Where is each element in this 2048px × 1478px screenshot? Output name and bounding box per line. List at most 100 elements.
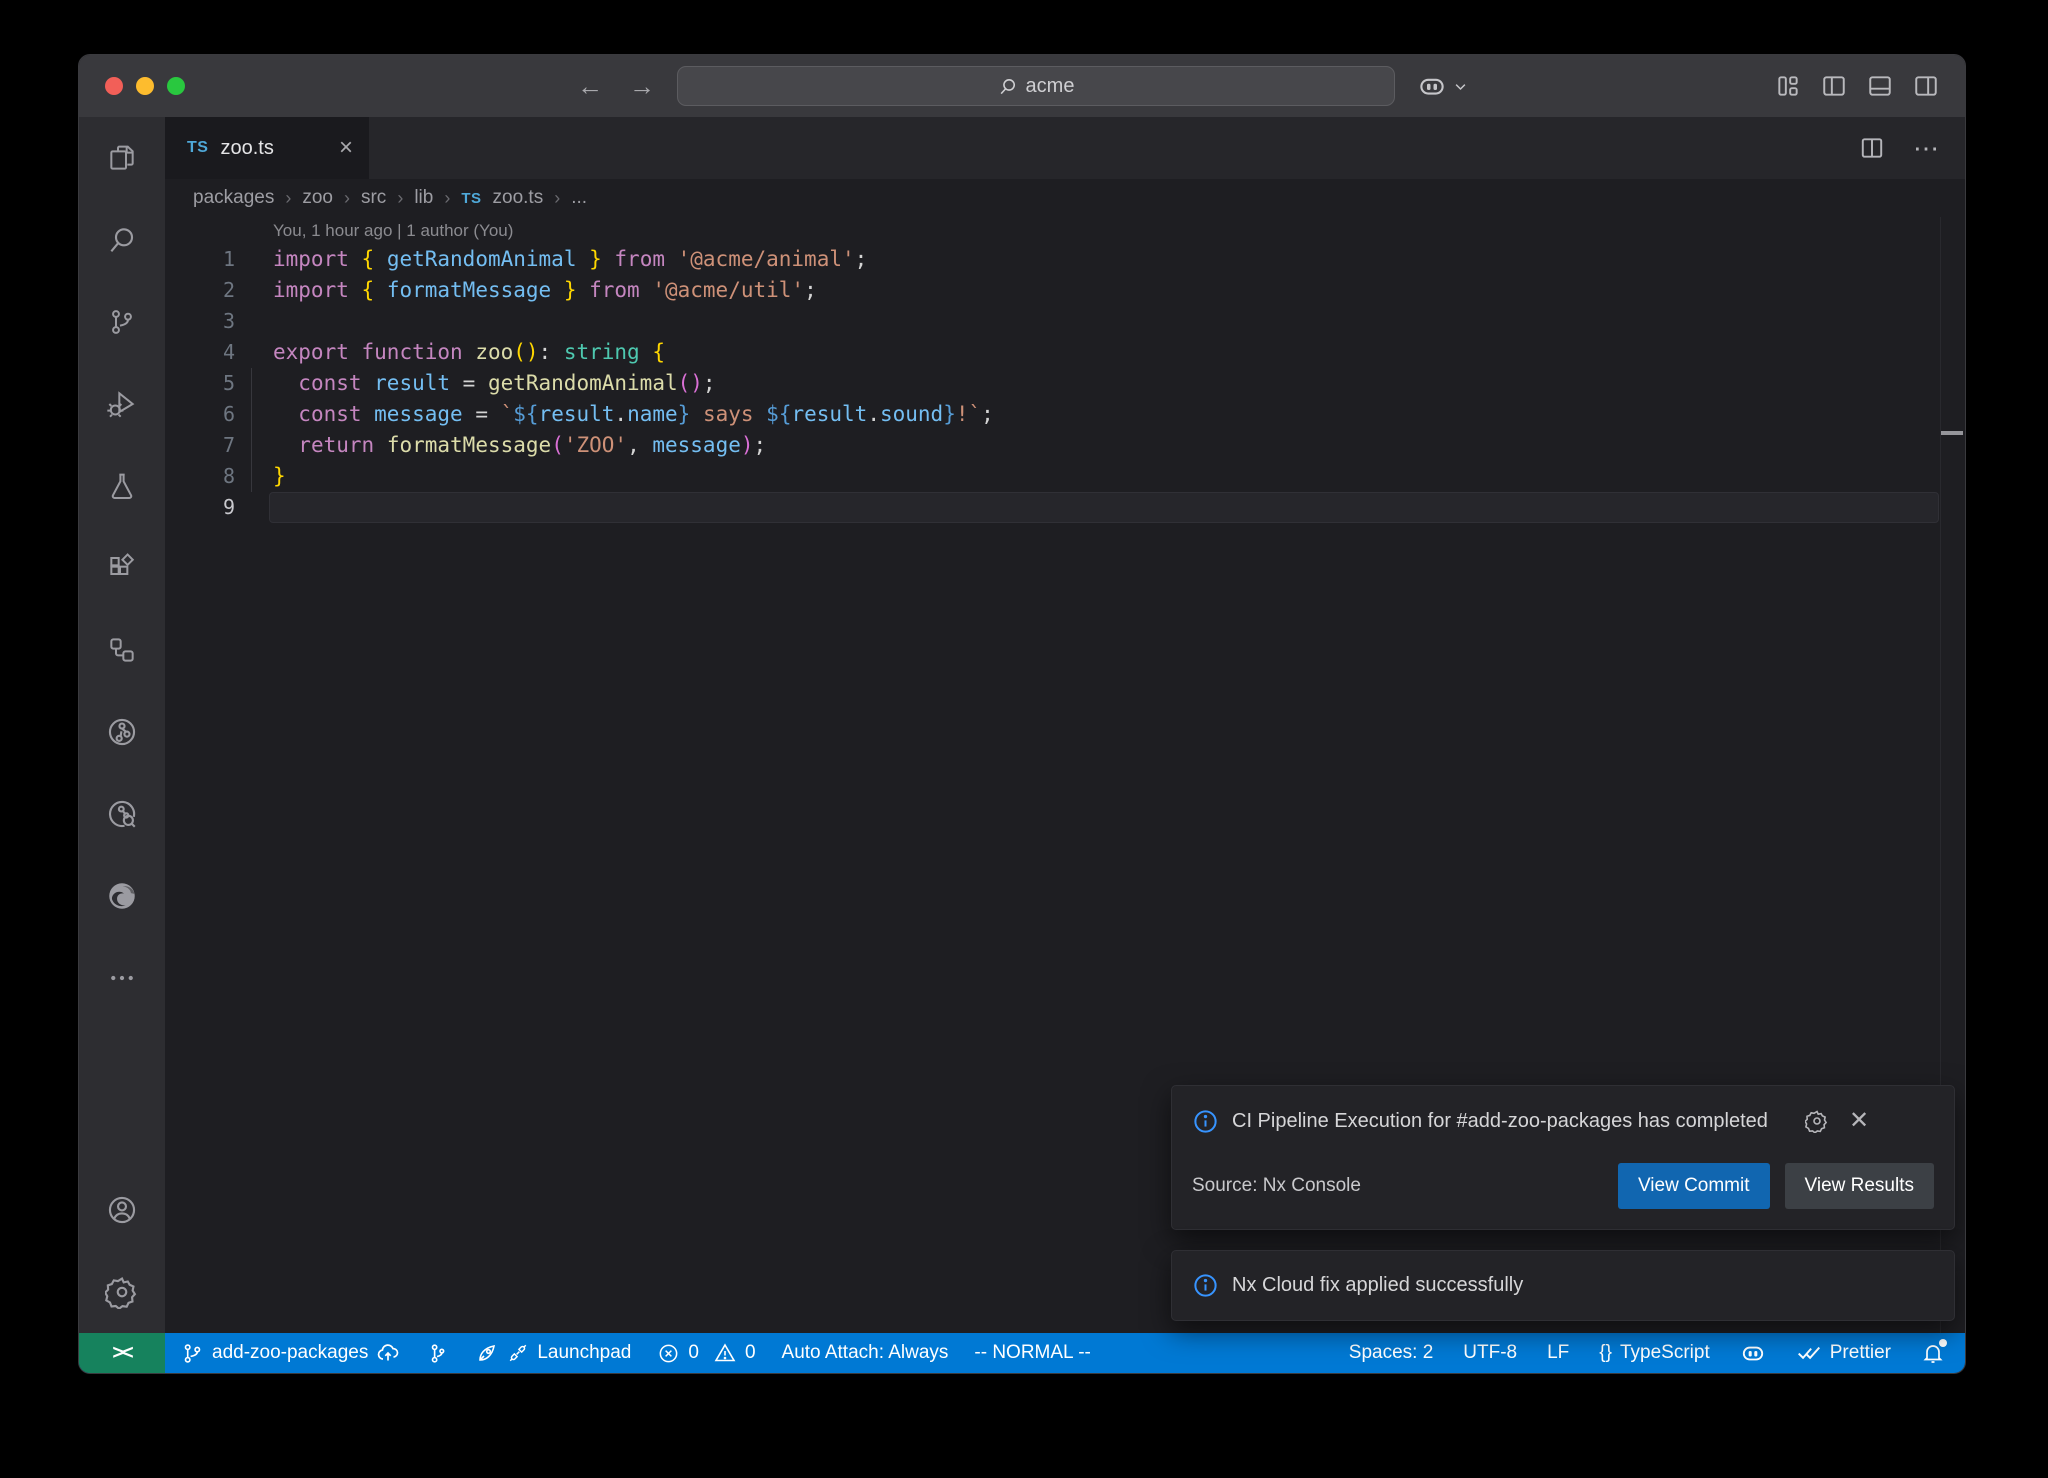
traffic-lights — [105, 55, 185, 117]
code-lines: 1import { getRandomAnimal } from '@acme/… — [165, 244, 1965, 523]
code-line[interactable]: 5 const result = getRandomAnimal(); — [165, 368, 1965, 399]
codelens-blame[interactable]: You, 1 hour ago | 1 author (You) — [165, 217, 1965, 244]
run-debug-icon[interactable] — [79, 363, 165, 445]
chevron-down-icon[interactable] — [1453, 79, 1468, 94]
code-line[interactable]: 9 — [165, 492, 1965, 523]
problems-status-item[interactable]: 0 0 — [657, 1341, 755, 1365]
notifications-bell[interactable] — [1921, 1341, 1945, 1365]
account-icon[interactable] — [79, 1169, 165, 1251]
toggle-primary-sidebar-icon[interactable] — [1821, 73, 1847, 99]
tab-label: zoo.ts — [220, 137, 273, 160]
code-line[interactable]: 1import { getRandomAnimal } from '@acme/… — [165, 244, 1965, 275]
line-number: 3 — [165, 306, 235, 337]
info-icon — [1192, 1108, 1219, 1135]
notification-settings-gear-icon[interactable] — [1805, 1109, 1829, 1133]
double-check-icon — [1796, 1340, 1822, 1366]
notification-message: CI Pipeline Execution for #add-zoo-packa… — [1232, 1106, 1792, 1137]
breadcrumb-item[interactable]: lib — [414, 187, 433, 209]
line-number: 1 — [165, 244, 235, 275]
forward-arrow-icon[interactable]: → — [629, 71, 655, 102]
copilot-icon — [1740, 1340, 1766, 1366]
current-line-highlight — [269, 492, 1939, 523]
toggle-panel-icon[interactable] — [1867, 73, 1893, 99]
more-views-icon[interactable] — [79, 937, 165, 1019]
line-number: 2 — [165, 275, 235, 306]
extensions-icon[interactable] — [79, 527, 165, 609]
minimize-window-button[interactable] — [136, 77, 154, 95]
close-window-button[interactable] — [105, 77, 123, 95]
line-number: 6 — [165, 399, 235, 430]
gitlens-inspect-icon[interactable] — [79, 773, 165, 855]
code-text: const message = `${result.name} says ${r… — [235, 399, 994, 430]
zoom-window-button[interactable] — [167, 77, 185, 95]
remote-icon: >< — [112, 1342, 131, 1365]
commit-graph-status-item[interactable] — [426, 1342, 449, 1365]
copilot-icon[interactable] — [1417, 71, 1447, 101]
search-icon — [998, 77, 1017, 96]
auto-attach-status-item[interactable]: Auto Attach: Always — [782, 1342, 949, 1364]
branch-name: add-zoo-packages — [212, 1342, 368, 1364]
code-text: const result = getRandomAnimal(); — [235, 368, 716, 399]
explorer-icon[interactable] — [79, 117, 165, 199]
cloud-upload-icon — [376, 1341, 400, 1365]
notification-message: Nx Cloud fix applied successfully — [1232, 1274, 1523, 1297]
plug-icon — [507, 1342, 529, 1364]
code-text — [235, 492, 273, 523]
view-commit-button[interactable]: View Commit — [1618, 1163, 1770, 1209]
code-line[interactable]: 2import { formatMessage } from '@acme/ut… — [165, 275, 1965, 306]
rocket-icon — [475, 1341, 499, 1365]
eol-status-item[interactable]: LF — [1547, 1342, 1569, 1364]
code-line[interactable]: 3 — [165, 306, 1965, 337]
errors-icon — [657, 1342, 680, 1365]
settings-gear-icon[interactable] — [79, 1251, 165, 1333]
command-center-search[interactable]: acme — [677, 66, 1395, 106]
braces-icon: {} — [1599, 1342, 1612, 1364]
branch-status-item[interactable]: add-zoo-packages — [181, 1341, 400, 1365]
breadcrumb-item[interactable]: zoo — [302, 187, 333, 209]
remote-indicator[interactable]: >< — [79, 1333, 165, 1373]
indentation-status-item[interactable]: Spaces: 2 — [1349, 1342, 1434, 1364]
copilot-status-item[interactable] — [1740, 1340, 1766, 1366]
editor-more-actions-icon[interactable]: ⋯ — [1913, 133, 1939, 164]
toggle-secondary-sidebar-icon[interactable] — [1913, 73, 1939, 99]
testing-icon[interactable] — [79, 445, 165, 527]
line-number: 4 — [165, 337, 235, 368]
errors-count: 0 — [688, 1342, 699, 1364]
breadcrumb-more[interactable]: ... — [571, 187, 587, 209]
close-tab-icon[interactable]: × — [339, 136, 353, 160]
code-text: } — [235, 461, 286, 492]
code-text — [235, 306, 273, 337]
source-control-icon[interactable] — [79, 281, 165, 363]
code-line[interactable]: 6 const message = `${result.name} says $… — [165, 399, 1965, 430]
back-arrow-icon[interactable]: ← — [577, 71, 603, 102]
launchpad-status-item[interactable]: Launchpad — [475, 1341, 631, 1365]
vscode-window: ← → acme — [78, 54, 1966, 1374]
notification-source: Source: Nx Console — [1192, 1175, 1361, 1197]
code-line[interactable]: 4export function zoo(): string { — [165, 337, 1965, 368]
activity-bar — [79, 117, 165, 1333]
breadcrumb-file[interactable]: zoo.ts — [493, 187, 544, 209]
code-line[interactable]: 7 return formatMessage('ZOO', message); — [165, 430, 1965, 461]
nx-console-icon[interactable] — [79, 609, 165, 691]
notification-close-icon[interactable]: ✕ — [1849, 1109, 1869, 1133]
info-icon — [1192, 1272, 1219, 1299]
split-editor-icon[interactable] — [1859, 135, 1885, 161]
code-line[interactable]: 8} — [165, 461, 1965, 492]
customize-layout-icon[interactable] — [1775, 73, 1801, 99]
view-results-button[interactable]: View Results — [1785, 1163, 1934, 1209]
language-status-item[interactable]: {} TypeScript — [1599, 1342, 1709, 1364]
breadcrumb-item[interactable]: src — [361, 187, 386, 209]
tab-bar: TS zoo.ts × ⋯ — [165, 117, 1965, 179]
code-text: export function zoo(): string { — [235, 337, 665, 368]
edge-tools-icon[interactable] — [79, 855, 165, 937]
vim-mode-status-item[interactable]: -- NORMAL -- — [974, 1342, 1090, 1364]
typescript-file-icon: TS — [461, 190, 481, 207]
search-view-icon[interactable] — [79, 199, 165, 281]
git-branch-icon — [181, 1342, 204, 1365]
tab-zoo-ts[interactable]: TS zoo.ts × — [165, 117, 369, 179]
title-bar: ← → acme — [79, 55, 1965, 117]
encoding-status-item[interactable]: UTF-8 — [1463, 1342, 1517, 1364]
gitlens-icon[interactable] — [79, 691, 165, 773]
prettier-status-item[interactable]: Prettier — [1796, 1340, 1891, 1366]
breadcrumb-item[interactable]: packages — [193, 187, 274, 209]
